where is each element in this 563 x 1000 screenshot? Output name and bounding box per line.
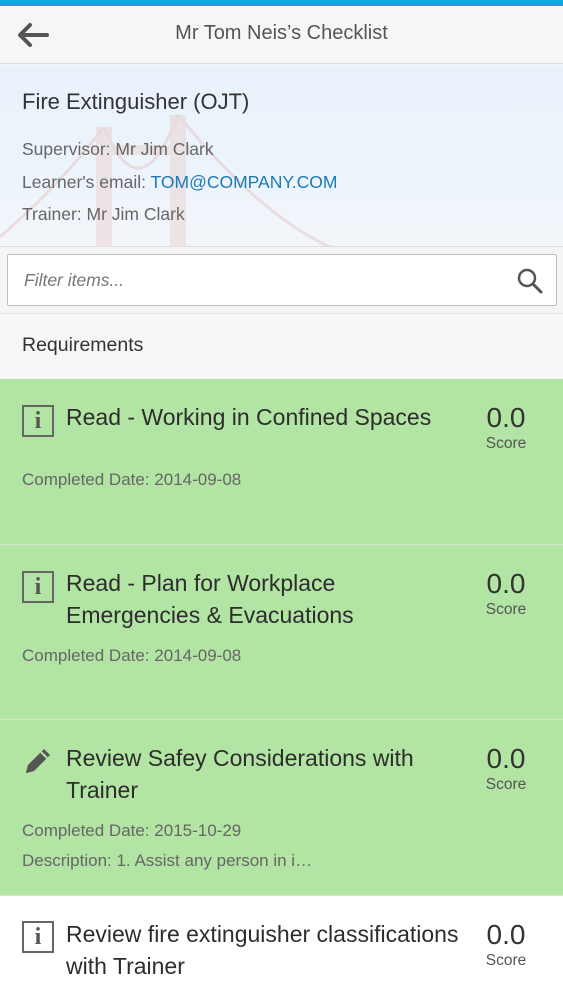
page-title: Mr Tom Neis’s Checklist <box>175 22 388 44</box>
completed-date: Completed Date: 2014-09-08 <box>22 646 242 665</box>
trainer-label: Trainer: <box>22 204 82 224</box>
score-label: Score <box>485 601 527 618</box>
requirement-title: Read - Working in Confined Spaces <box>66 404 432 430</box>
supervisor-value: Mr Jim Clark <box>115 139 214 159</box>
requirement-title: Review fire extinguisher classifications… <box>66 921 459 979</box>
requirements-section-header: Requirements <box>0 313 563 379</box>
supervisor-line: Supervisor: Mr Jim Clark <box>22 139 214 160</box>
score-label: Score <box>485 435 527 452</box>
filter-box <box>7 254 557 306</box>
supervisor-label: Supervisor: <box>22 139 111 159</box>
learner-email-label: Learner's email: <box>22 172 146 192</box>
completed-date: Completed Date: 2015-10-29 <box>22 821 242 840</box>
back-button[interactable] <box>12 14 54 56</box>
info-icon: i <box>21 404 55 438</box>
filter-bar <box>0 248 563 312</box>
requirement-score: 0.0 Score <box>471 402 541 453</box>
requirement-item[interactable]: i Read - Plan for Workplace Emergencies … <box>0 545 563 720</box>
requirement-item[interactable]: i Review fire extinguisher classificatio… <box>0 896 563 1000</box>
search-button[interactable] <box>514 265 546 297</box>
info-icon: i <box>21 570 55 604</box>
requirement-item[interactable]: i Read - Working in Confined Spaces 0.0 … <box>0 379 563 545</box>
score-value: 0.0 <box>486 568 526 599</box>
section-title: Requirements <box>22 334 144 356</box>
trainer-line: Trainer: Mr Jim Clark <box>22 204 185 225</box>
completed-date: Completed Date: 2014-09-08 <box>22 470 242 489</box>
learner-email-line: Learner's email: TOM@COMPANY.COM <box>22 172 337 193</box>
app-header: Mr Tom Neis’s Checklist <box>0 6 563 64</box>
requirement-score: 0.0 Score <box>471 919 541 970</box>
score-value: 0.0 <box>486 402 526 433</box>
trainer-value: Mr Jim Clark <box>86 204 185 224</box>
pencil-icon <box>21 744 55 778</box>
requirement-item[interactable]: Review Safey Considerations with Trainer… <box>0 720 563 896</box>
search-icon <box>517 268 543 294</box>
requirement-score: 0.0 Score <box>471 743 541 794</box>
checklist-info-panel: Fire Extinguisher (OJT) Supervisor: Mr J… <box>0 65 563 247</box>
score-label: Score <box>485 952 527 969</box>
filter-input[interactable] <box>8 255 508 305</box>
score-label: Score <box>485 776 527 793</box>
requirement-title: Read - Plan for Workplace Emergencies & … <box>66 570 354 628</box>
arrow-left-icon <box>18 23 49 47</box>
learner-email-link[interactable]: TOM@COMPANY.COM <box>151 172 338 192</box>
checklist-title: Fire Extinguisher (OJT) <box>22 89 250 114</box>
score-value: 0.0 <box>486 743 526 774</box>
info-icon: i <box>21 920 55 954</box>
score-value: 0.0 <box>486 919 526 950</box>
requirement-title: Review Safey Considerations with Trainer <box>66 745 414 803</box>
requirement-score: 0.0 Score <box>471 568 541 619</box>
requirement-description: Description: 1. Assist any person in i… <box>22 851 313 870</box>
